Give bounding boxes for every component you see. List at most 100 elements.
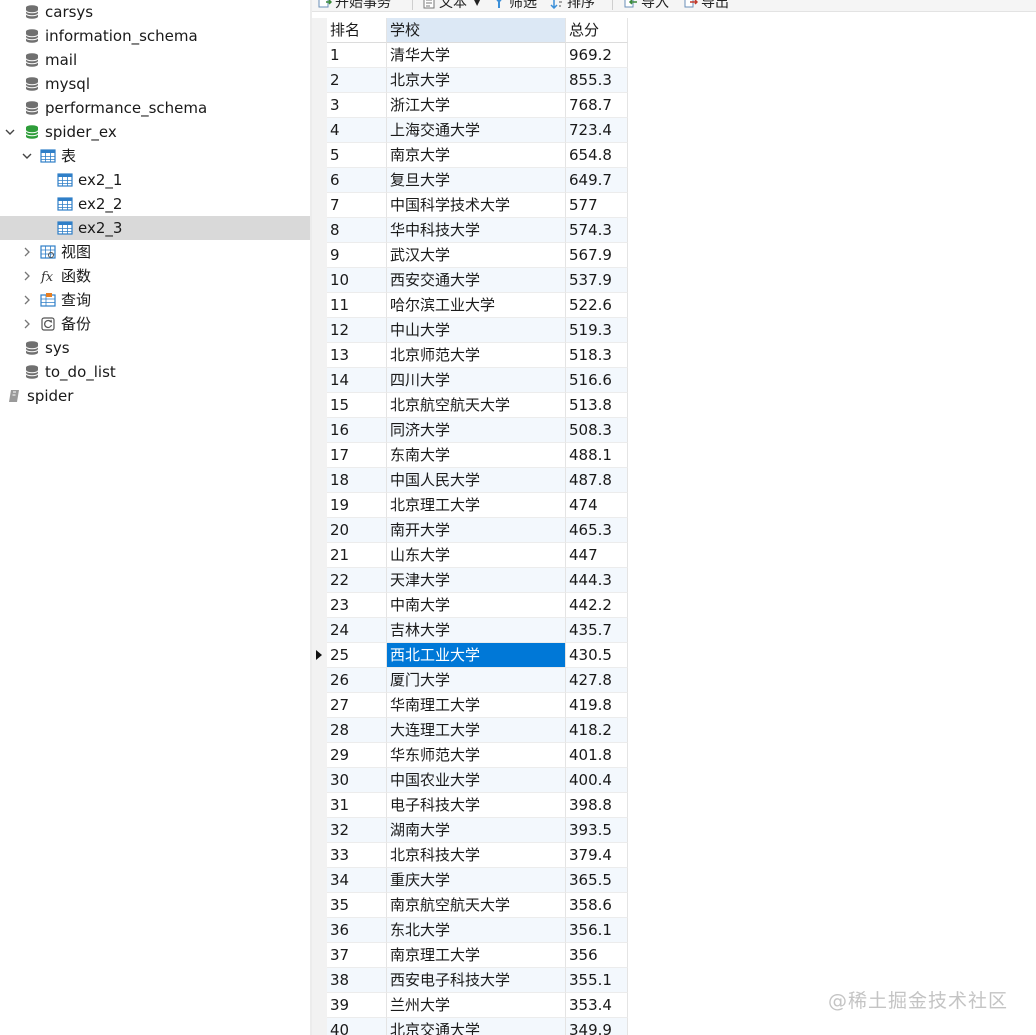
table-row[interactable]: 38 西安电子科技大学 355.1 [312,968,628,993]
row-indicator[interactable] [312,243,327,268]
begin-transaction-button[interactable]: 开始事务 [318,0,391,12]
export-button[interactable]: 导出 [684,0,729,12]
table-cell[interactable]: 32 [327,818,387,843]
table-cell[interactable]: 南京理工大学 [387,943,566,968]
table-row[interactable]: 24 吉林大学 435.7 [312,618,628,643]
table-cell[interactable]: 430.5 [566,643,628,668]
table-row[interactable]: 37 南京理工大学 356 [312,943,628,968]
table-cell[interactable]: 复旦大学 [387,168,566,193]
table-cell[interactable]: 东南大学 [387,443,566,468]
table-cell[interactable]: 兰州大学 [387,993,566,1018]
table-cell[interactable]: 465.3 [566,518,628,543]
table-cell[interactable]: 大连理工大学 [387,718,566,743]
table-cell[interactable]: 3 [327,93,387,118]
tree-item-ex2_1[interactable]: ex2_1 [0,168,310,192]
table-cell[interactable]: 北京大学 [387,68,566,93]
row-indicator[interactable] [312,193,327,218]
table-cell[interactable]: 16 [327,418,387,443]
table-cell[interactable]: 393.5 [566,818,628,843]
table-cell[interactable]: 12 [327,318,387,343]
table-cell[interactable]: 40 [327,1018,387,1035]
table-row[interactable]: 8 华中科技大学 574.3 [312,218,628,243]
table-cell[interactable]: 537.9 [566,268,628,293]
table-cell[interactable]: 20 [327,518,387,543]
table-row[interactable]: 26 厦门大学 427.8 [312,668,628,693]
table-cell[interactable]: 电子科技大学 [387,793,566,818]
tree-item-to_do_list[interactable]: to_do_list [0,360,310,384]
table-cell[interactable]: 969.2 [566,43,628,68]
table-cell[interactable]: 中国科学技术大学 [387,193,566,218]
table-cell[interactable]: 1 [327,43,387,68]
row-indicator[interactable] [312,93,327,118]
table-row[interactable]: 10 西安交通大学 537.9 [312,268,628,293]
table-cell[interactable]: 9 [327,243,387,268]
row-indicator[interactable] [312,293,327,318]
chevron-right-icon[interactable] [21,246,33,258]
table-cell[interactable]: 南京航空航天大学 [387,893,566,918]
table-cell[interactable]: 522.6 [566,293,628,318]
chevron-right-icon[interactable] [21,294,33,306]
table-cell[interactable]: 北京理工大学 [387,493,566,518]
table-row[interactable]: 5 南京大学 654.8 [312,143,628,168]
row-indicator[interactable] [312,668,327,693]
table-cell[interactable]: 中国农业大学 [387,768,566,793]
column-header[interactable]: 排名 [327,18,387,43]
table-row[interactable]: 39 兰州大学 353.4 [312,993,628,1018]
table-cell[interactable]: 34 [327,868,387,893]
table-cell[interactable]: 355.1 [566,968,628,993]
tree-item-表[interactable]: 表 [0,144,310,168]
text-view-button[interactable]: 文本 ▼ [422,0,480,12]
table-cell[interactable]: 35 [327,893,387,918]
table-cell[interactable]: 南京大学 [387,143,566,168]
tree-item-spider_ex[interactable]: spider_ex [0,120,310,144]
table-row[interactable]: 25 西北工业大学 430.5 [312,643,628,668]
tree-item-备份[interactable]: 备份 [0,312,310,336]
table-row[interactable]: 31 电子科技大学 398.8 [312,793,628,818]
table-cell[interactable]: 2 [327,68,387,93]
table-cell[interactable]: 419.8 [566,693,628,718]
table-cell[interactable]: 厦门大学 [387,668,566,693]
table-row[interactable]: 23 中南大学 442.2 [312,593,628,618]
table-cell[interactable]: 14 [327,368,387,393]
table-row[interactable]: 16 同济大学 508.3 [312,418,628,443]
table-cell[interactable]: 418.2 [566,718,628,743]
table-cell[interactable]: 356 [566,943,628,968]
tree-item-ex2_2[interactable]: ex2_2 [0,192,310,216]
row-indicator[interactable] [312,43,327,68]
row-indicator[interactable] [312,943,327,968]
table-row[interactable]: 27 华南理工大学 419.8 [312,693,628,718]
tree-item-视图[interactable]: 视图 [0,240,310,264]
table-row[interactable]: 30 中国农业大学 400.4 [312,768,628,793]
table-row[interactable]: 1 清华大学 969.2 [312,43,628,68]
tree-item-carsys[interactable]: carsys [0,0,310,24]
tree-item-函数[interactable]: fx 函数 [0,264,310,288]
table-cell[interactable]: 18 [327,468,387,493]
table-row[interactable]: 2 北京大学 855.3 [312,68,628,93]
table-cell[interactable]: 南开大学 [387,518,566,543]
chevron-right-icon[interactable] [21,270,33,282]
table-cell[interactable]: 39 [327,993,387,1018]
row-indicator[interactable] [312,1018,327,1035]
table-cell[interactable]: 444.3 [566,568,628,593]
table-row[interactable]: 7 中国科学技术大学 577 [312,193,628,218]
row-indicator[interactable] [312,168,327,193]
row-indicator[interactable] [312,493,327,518]
table-cell[interactable]: 重庆大学 [387,868,566,893]
row-indicator[interactable] [312,143,327,168]
row-indicator[interactable] [312,768,327,793]
table-cell[interactable]: 10 [327,268,387,293]
table-row[interactable]: 14 四川大学 516.6 [312,368,628,393]
table-cell[interactable]: 400.4 [566,768,628,793]
tree-item-查询[interactable]: 查询 [0,288,310,312]
tree-item-spider[interactable]: spider [0,384,310,408]
table-row[interactable]: 12 中山大学 519.3 [312,318,628,343]
table-cell[interactable]: 365.5 [566,868,628,893]
table-cell[interactable]: 401.8 [566,743,628,768]
table-cell[interactable]: 哈尔滨工业大学 [387,293,566,318]
table-cell[interactable]: 浙江大学 [387,93,566,118]
table-cell[interactable]: 东北大学 [387,918,566,943]
table-cell[interactable]: 33 [327,843,387,868]
table-cell[interactable]: 北京科技大学 [387,843,566,868]
table-row[interactable]: 15 北京航空航天大学 513.8 [312,393,628,418]
table-cell[interactable]: 427.8 [566,668,628,693]
